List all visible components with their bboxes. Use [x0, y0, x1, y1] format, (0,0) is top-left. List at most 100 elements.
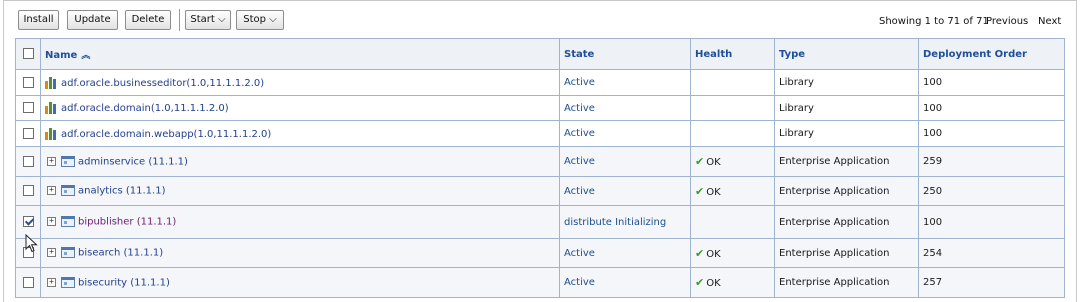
enterprise-application-icon — [61, 247, 75, 259]
install-button[interactable]: Install — [18, 10, 59, 30]
health-cell — [690, 95, 775, 121]
table-header-row: Name ︽ State Health Type Deployment Order — [15, 38, 1065, 70]
type-column-header[interactable]: Type — [774, 38, 919, 70]
next-page-link[interactable]: Next — [1038, 16, 1061, 27]
name-cell: adf.oracle.domain(1.0,11.1.1.2.0) — [40, 95, 560, 121]
select-all-checkbox[interactable] — [22, 48, 34, 60]
deployment-name-link[interactable]: bisearch (11.1.1) — [78, 248, 163, 259]
deployment-name-link[interactable]: adf.oracle.domain(1.0,11.1.1.2.0) — [61, 103, 229, 114]
deployment-order-cell: 100 — [918, 95, 1065, 121]
name-cell: + bipublisher (11.1.1) — [40, 205, 560, 239]
expand-toggle-icon[interactable]: + — [47, 217, 56, 227]
type-cell: Enterprise Application — [774, 238, 919, 268]
row-select-checkbox[interactable] — [22, 127, 34, 139]
ok-check-icon: ✔ — [695, 246, 705, 260]
row-select-checkbox[interactable] — [22, 216, 34, 228]
health-cell: ✔ OK — [690, 267, 775, 298]
table-row: + bisearch (11.1.1) Active ✔ OK Enterprise Ap… — [15, 238, 1065, 268]
table-row: + bipublisher (11.1.1) distribute Initiali… — [15, 205, 1065, 239]
health-cell: ✔ OK — [690, 238, 775, 268]
name-column-header[interactable]: Name ︽ — [40, 38, 560, 70]
health-status-text: OK — [706, 186, 721, 198]
deployment-order-cell: 100 — [918, 205, 1065, 239]
table-row: + adminservice (11.1.1) Active ✔ OK Enterpris… — [15, 146, 1065, 177]
health-column-header[interactable]: Health — [690, 38, 775, 70]
deployment-name-link[interactable]: bisecurity (11.1.1) — [78, 277, 170, 288]
table-row: adf.oracle.domain.webapp(1.0,11.1.1.2.0)… — [15, 120, 1065, 147]
library-icon — [45, 76, 59, 89]
row-select-cell — [15, 95, 41, 121]
deployment-name-link[interactable]: adminservice (11.1.1) — [78, 156, 188, 167]
start-dropdown-button[interactable]: Start ⌵ — [185, 10, 231, 30]
stop-dropdown-button[interactable]: Stop ⌵ — [236, 10, 284, 30]
name-cell: adf.oracle.domain.webapp(1.0,11.1.1.2.0) — [40, 120, 560, 147]
row-select-cell — [15, 176, 41, 206]
type-cell: Enterprise Application — [774, 205, 919, 239]
select-all-cell — [15, 38, 41, 70]
sort-ascending-icon[interactable]: ︽ — [81, 51, 90, 61]
name-cell: + analytics (11.1.1) — [40, 176, 560, 206]
type-cell: Library — [774, 120, 919, 147]
health-cell — [690, 205, 775, 239]
row-select-checkbox[interactable] — [22, 76, 34, 88]
health-status-text: OK — [706, 157, 721, 168]
deployment-order-cell: 100 — [918, 120, 1065, 147]
deployments-toolbar: Install Update Delete Start ⌵ Stop ⌵ Sho… — [4, 1, 1076, 36]
deployment-order-cell: 254 — [918, 238, 1065, 268]
state-cell: Active — [559, 267, 691, 298]
ok-check-icon: ✔ — [695, 184, 705, 198]
expand-toggle-icon[interactable]: + — [47, 186, 56, 196]
previous-page-link[interactable]: Previous — [986, 16, 1028, 27]
deployment-name-link[interactable]: adf.oracle.businesseditor(1.0,11.1.1.2.0… — [61, 78, 264, 89]
pagination-status: Showing 1 to 71 of 71 — [879, 16, 989, 27]
deployment-order-cell: 100 — [918, 69, 1065, 96]
expand-toggle-icon[interactable]: + — [47, 277, 56, 287]
enterprise-application-icon — [61, 155, 75, 167]
enterprise-application-icon — [61, 185, 75, 197]
state-column-header[interactable]: State — [559, 38, 691, 70]
mouse-cursor-icon — [25, 234, 38, 253]
row-select-checkbox[interactable] — [22, 102, 34, 114]
type-cell: Enterprise Application — [774, 146, 919, 177]
type-cell: Library — [774, 69, 919, 96]
row-select-checkbox[interactable] — [22, 276, 34, 288]
deployments-panel: Install Update Delete Start ⌵ Stop ⌵ Sho… — [3, 0, 1077, 302]
name-cell: adf.oracle.businesseditor(1.0,11.1.1.2.0… — [40, 69, 560, 96]
row-select-checkbox[interactable] — [22, 155, 34, 167]
ok-check-icon: ✔ — [695, 276, 705, 289]
health-status-text: OK — [706, 278, 721, 289]
name-cell: + adminservice (11.1.1) — [40, 146, 560, 177]
chevron-down-icon: ⌵ — [218, 14, 226, 25]
deployment-order-cell: 259 — [918, 146, 1065, 177]
health-cell: ✔ OK — [690, 146, 775, 177]
chevron-down-icon: ⌵ — [269, 14, 277, 25]
table-row: adf.oracle.businesseditor(1.0,11.1.1.2.0… — [15, 69, 1065, 96]
table-row: + analytics (11.1.1) Active ✔ OK Enterprise A… — [15, 176, 1065, 206]
delete-button[interactable]: Delete — [125, 10, 171, 30]
deployment-name-link[interactable]: adf.oracle.domain.webapp(1.0,11.1.1.2.0) — [61, 129, 271, 140]
row-select-cell — [15, 267, 41, 298]
library-icon — [45, 102, 59, 114]
expand-toggle-icon[interactable]: + — [47, 156, 56, 166]
expand-toggle-icon[interactable]: + — [47, 248, 56, 258]
row-select-checkbox[interactable] — [22, 185, 34, 197]
health-cell — [690, 69, 775, 96]
type-cell: Enterprise Application — [774, 176, 919, 206]
state-cell: Active — [559, 95, 691, 121]
table-row: + bisecurity (11.1.1) Active ✔ OK Enterprise … — [15, 267, 1065, 298]
name-header-label: Name — [45, 49, 78, 61]
deployment-name-link[interactable]: bipublisher (11.1.1) — [78, 217, 176, 228]
health-cell: ✔ OK — [690, 176, 775, 206]
row-select-cell — [15, 69, 41, 96]
deployment-order-cell: 250 — [918, 176, 1065, 206]
update-button[interactable]: Update — [67, 10, 118, 30]
table-body: adf.oracle.businesseditor(1.0,11.1.1.2.0… — [15, 69, 1065, 298]
state-cell: distribute Initializing — [559, 205, 691, 239]
deployment-order-column-header[interactable]: Deployment Order — [918, 38, 1065, 70]
state-cell: Active — [559, 176, 691, 206]
type-cell: Library — [774, 95, 919, 121]
state-cell: Active — [559, 120, 691, 147]
deployment-name-link[interactable]: analytics (11.1.1) — [78, 186, 166, 197]
enterprise-application-icon — [61, 276, 75, 288]
deployments-table: Name ︽ State Health Type Deployment Order… — [15, 38, 1065, 298]
